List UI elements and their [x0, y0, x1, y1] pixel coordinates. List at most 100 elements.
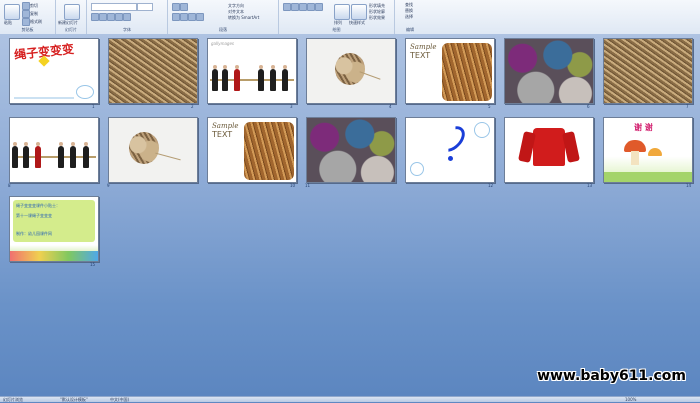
font-size-select[interactable] — [137, 3, 153, 11]
sample-label: Sample — [410, 43, 437, 51]
status-theme: "默认设计模板" — [60, 397, 88, 402]
status-language: 中文(中国) — [110, 397, 130, 402]
slide-number: 9 — [107, 183, 110, 188]
person-head — [213, 65, 217, 69]
bold-icon[interactable] — [91, 13, 99, 21]
strikethrough-icon[interactable] — [115, 13, 123, 21]
slide-number: 1 — [92, 104, 95, 109]
quick-styles-icon[interactable] — [351, 4, 367, 20]
slide-thumbnail-2[interactable] — [108, 38, 198, 104]
slide-number: 6 — [587, 104, 590, 109]
person-head — [13, 142, 17, 146]
person-shape — [282, 69, 288, 91]
person-head — [235, 65, 239, 69]
font-group: 字体 — [87, 0, 168, 34]
slide-thumbnail-15[interactable]: 绳子变变变课件小贴士： 第十一课绳子变变变 制作：幼儿园课件网 — [9, 196, 99, 262]
group-label: 幻灯片 — [65, 27, 77, 32]
group-label: 剪贴板 — [21, 27, 34, 32]
slide-number: 5 — [488, 104, 491, 109]
slide-number: 10 — [290, 183, 296, 188]
quick-styles-button[interactable]: 快速样式 — [349, 20, 365, 26]
format-painter-button[interactable]: 格式刷 — [30, 19, 42, 25]
person-shape — [234, 69, 240, 91]
group-label: 编辑 — [406, 27, 414, 32]
slide-thumbnail-6[interactable] — [504, 38, 594, 104]
slide-number: 12 — [488, 183, 494, 188]
person-head — [24, 142, 28, 146]
slide-thumbnail-4[interactable] — [306, 38, 396, 104]
align-left-icon[interactable] — [172, 13, 180, 21]
person-shape — [258, 69, 264, 91]
shape-line-icon[interactable] — [299, 3, 307, 11]
slide-number: 13 — [587, 183, 593, 188]
zoom-level[interactable]: 100% — [625, 397, 636, 402]
cut-button[interactable]: 剪切 — [30, 3, 38, 9]
copy-button[interactable]: 复制 — [30, 11, 38, 17]
slide-thumbnail-8[interactable] — [9, 117, 99, 183]
slide-thumbnail-10[interactable]: Sample TEXT — [207, 117, 297, 183]
arrange-icon[interactable] — [334, 4, 350, 20]
paste-button[interactable]: 粘贴 — [4, 20, 12, 26]
align-right-icon[interactable] — [188, 13, 196, 21]
slide-number: 15 — [90, 262, 96, 267]
person-head — [59, 142, 63, 146]
slide-number: 11 — [305, 183, 311, 188]
rope-coil-image — [335, 53, 365, 85]
person-shape — [35, 146, 41, 168]
bullets-icon[interactable] — [172, 3, 180, 11]
new-slide-button[interactable]: 新建幻灯片 — [58, 20, 78, 26]
cut-icon[interactable] — [22, 2, 30, 10]
format-painter-icon[interactable] — [22, 18, 30, 26]
smartart-button[interactable]: 转换为 SmartArt — [228, 15, 259, 21]
shape-oval-icon[interactable] — [291, 3, 299, 11]
person-head — [259, 65, 263, 69]
shape-arrow-icon[interactable] — [307, 3, 315, 11]
group-label: 字体 — [123, 27, 131, 32]
sweater-image — [533, 128, 565, 166]
slide-logo: gallymages — [211, 41, 235, 46]
slide-number: 14 — [686, 183, 692, 188]
shape-effects-button[interactable]: 形状效果 — [369, 15, 385, 21]
person-shape — [58, 146, 64, 168]
slide-thumbnail-11[interactable] — [306, 117, 396, 183]
group-label: 绘图 — [332, 27, 341, 32]
question-dot-icon — [448, 156, 453, 161]
ribbon: 粘贴 剪切 复制 格式刷 剪贴板 新建幻灯片 幻灯片 字体 文字方向 对齐文本 … — [0, 0, 700, 35]
status-view: 幻灯片浏览 — [3, 397, 23, 402]
italic-icon[interactable] — [99, 13, 107, 21]
font-color-icon[interactable] — [123, 13, 131, 21]
person-shape — [70, 146, 76, 168]
justify-icon[interactable] — [196, 13, 204, 21]
slide-body-text: 制作：幼儿园课件网 — [16, 231, 52, 236]
slide-thumbnail-3[interactable]: gallymages — [207, 38, 297, 104]
shape-rect-icon[interactable] — [283, 3, 291, 11]
shape-more-icon[interactable] — [315, 3, 323, 11]
person-shape — [83, 146, 89, 168]
align-center-icon[interactable] — [180, 13, 188, 21]
select-button[interactable]: 选择 — [405, 14, 413, 20]
drawing-group: 排列 快速样式 形状填充 形状轮廓 形状效果 绘图 — [279, 0, 395, 34]
clipboard-group: 粘贴 剪切 复制 格式刷 剪贴板 — [0, 0, 56, 34]
slide-thumbnail-13[interactable] — [504, 117, 594, 183]
slide-thumbnail-1[interactable]: 绳子变变变 — [9, 38, 99, 104]
numbering-icon[interactable] — [180, 3, 188, 11]
slide-thumbnail-9[interactable] — [108, 117, 198, 183]
slide-number: 4 — [389, 104, 392, 109]
new-slide-icon[interactable] — [64, 4, 80, 20]
font-family-select[interactable] — [91, 3, 137, 11]
slide-number: 7 — [686, 104, 689, 109]
flower-icon — [474, 122, 490, 138]
slide-thumbnail-7[interactable] — [603, 38, 693, 104]
slide-thumbnail-5[interactable]: Sample TEXT — [405, 38, 495, 104]
question-mark-icon — [434, 121, 470, 157]
mushroom-icon — [648, 148, 662, 156]
arrange-button[interactable]: 排列 — [334, 20, 342, 26]
slide-thumbnail-12[interactable] — [405, 117, 495, 183]
copy-icon[interactable] — [22, 10, 30, 18]
person-head — [71, 142, 75, 146]
person-head — [223, 65, 227, 69]
paste-icon[interactable] — [4, 4, 20, 20]
slide-thumbnail-14[interactable]: 谢 谢 — [603, 117, 693, 183]
underline-icon[interactable] — [107, 13, 115, 21]
person-head — [271, 65, 275, 69]
